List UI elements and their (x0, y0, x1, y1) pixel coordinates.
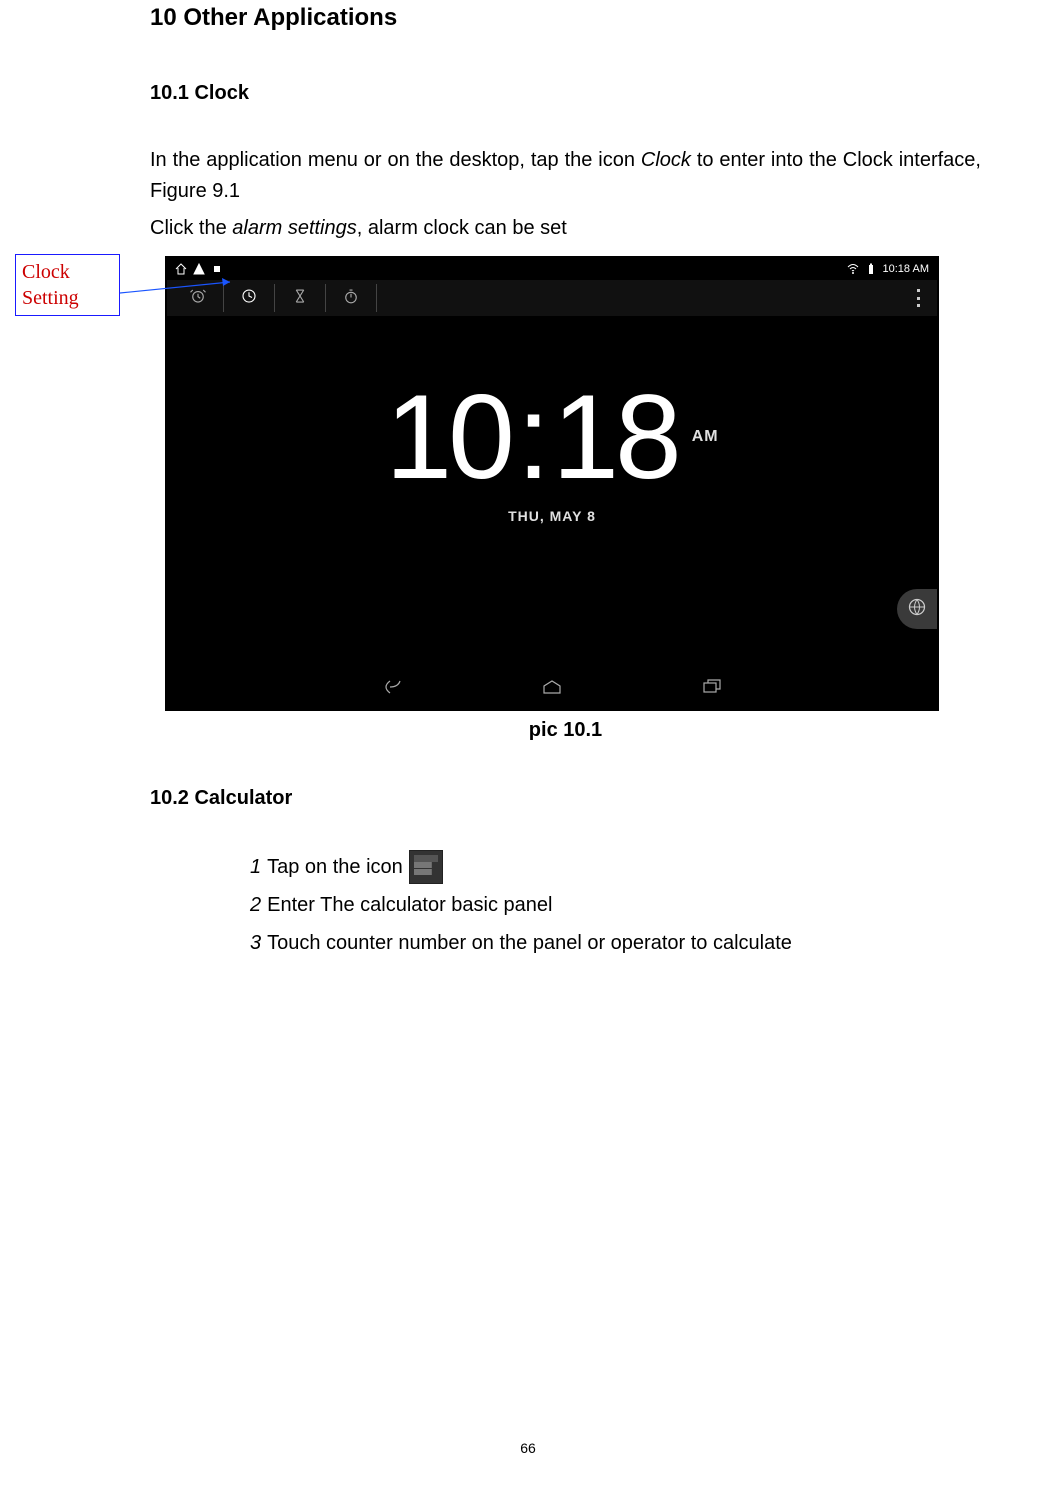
figure-caption: pic 10.1 (150, 719, 981, 742)
home-icon (175, 263, 187, 275)
android-navbar (167, 669, 937, 709)
android-statusbar: 10:18 AM (167, 258, 937, 280)
page-number: 66 (0, 1440, 1056, 1456)
clock-app-tabs (167, 280, 937, 316)
clock-minute: 18 (552, 368, 677, 506)
list-text: Touch counter number on the panel or ope… (267, 926, 792, 960)
list-item: 3 Touch counter number on the panel or o… (250, 926, 981, 960)
list-number: 1 (250, 850, 261, 884)
dot-icon (917, 289, 920, 292)
nav-recent-button[interactable] (697, 679, 727, 699)
battery-icon (865, 263, 877, 275)
text-italic-alarm: alarm settings (232, 217, 357, 239)
tab-timer[interactable] (275, 284, 326, 312)
tab-clock[interactable] (224, 284, 275, 312)
callout-clock-setting: Clock Setting (15, 254, 120, 316)
tab-alarm[interactable] (173, 284, 224, 312)
nav-back-button[interactable] (377, 679, 407, 699)
text: , alarm clock can be set (357, 217, 567, 239)
text-italic-clock: Clock (641, 149, 691, 171)
back-icon (380, 679, 404, 700)
calculator-steps: 1 Tap on the icon 2 Enter The calculator… (250, 850, 981, 960)
list-item: 2 Enter The calculator basic panel (250, 888, 981, 922)
clock-display: 10:18 AM THU, MAY 8 (167, 368, 937, 524)
text: Click the (150, 217, 232, 239)
tab-stopwatch[interactable] (326, 284, 377, 312)
heading-chapter: 10 Other Applications (150, 4, 981, 32)
screenshot-clock-app: 10:18 AM 10:18 (165, 256, 939, 711)
clock-icon (240, 287, 258, 310)
overflow-menu-button[interactable] (905, 285, 931, 311)
globe-icon (907, 597, 927, 622)
dot-icon (917, 297, 920, 300)
list-number: 3 (250, 926, 261, 960)
list-number: 2 (250, 888, 261, 922)
stopwatch-icon (342, 287, 360, 310)
alarm-clock-icon (189, 287, 207, 310)
list-text: Tap on the icon (267, 850, 403, 884)
heading-clock: 10.1 Clock (150, 82, 981, 105)
wifi-icon (847, 263, 859, 275)
home-outline-icon (540, 679, 564, 700)
text: In the application menu or on the deskto… (150, 149, 641, 171)
warning-icon (193, 263, 205, 275)
paragraph-alarm-settings: Click the alarm settings, alarm clock ca… (150, 213, 981, 244)
download-icon (211, 263, 223, 275)
calculator-icon (409, 850, 443, 884)
nav-home-button[interactable] (537, 679, 567, 699)
hourglass-icon (291, 287, 309, 310)
clock-date: THU, MAY 8 (167, 508, 937, 524)
clock-colon: : (517, 368, 546, 506)
statusbar-time: 10:18 AM (883, 263, 929, 275)
clock-hour: 10 (385, 368, 510, 506)
callout-text-line2: Setting (22, 285, 113, 311)
heading-calculator: 10.2 Calculator (150, 787, 981, 810)
paragraph-clock-intro: In the application menu or on the deskto… (150, 145, 981, 207)
callout-text-line1: Clock (22, 259, 113, 285)
clock-ampm: AM (692, 428, 719, 446)
list-item: 1 Tap on the icon (250, 850, 981, 884)
world-clock-button[interactable] (897, 589, 937, 629)
dot-icon (917, 304, 920, 307)
list-text: Enter The calculator basic panel (267, 888, 552, 922)
recent-apps-icon (700, 679, 724, 700)
